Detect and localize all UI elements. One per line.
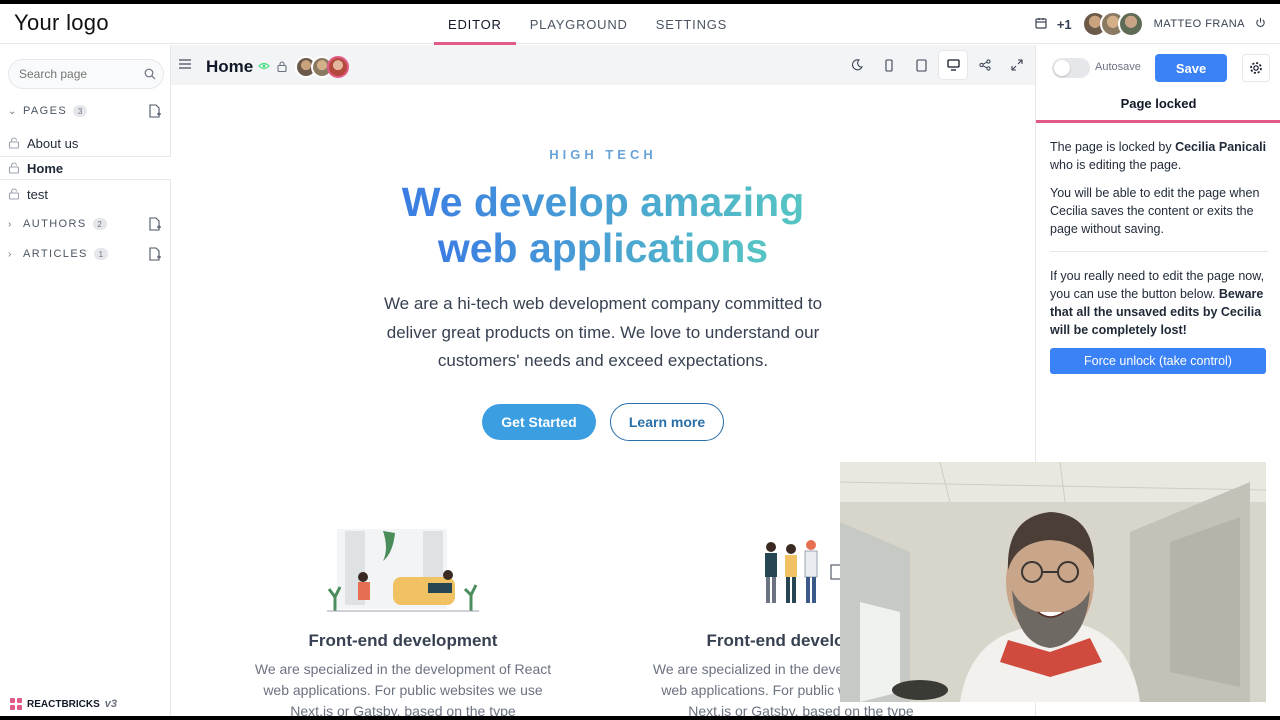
tablet-view-icon[interactable]	[907, 51, 935, 79]
brand-name: REACTBRICKS	[27, 698, 100, 710]
locked-by-prefix: The page is locked by	[1050, 140, 1176, 154]
page-item-home[interactable]: Home	[0, 156, 171, 180]
main-tabs: EDITOR PLAYGROUND SETTINGS	[434, 4, 741, 45]
online-users	[1081, 11, 1144, 37]
count-badge: 1	[93, 248, 108, 260]
chevron-down-icon: ⌄	[8, 105, 18, 117]
feature-illustration	[327, 529, 479, 612]
page-item-about-us[interactable]: About us	[0, 131, 171, 155]
hero-kicker[interactable]: HIGH TECH	[171, 147, 1035, 162]
mobile-view-icon[interactable]	[875, 51, 903, 79]
fullscreen-icon[interactable]	[1003, 51, 1031, 79]
divider	[1050, 251, 1268, 252]
unlock-icon	[8, 137, 20, 149]
locked-by-name: Cecilia Panicali	[1175, 140, 1267, 154]
calendar-icon[interactable]	[1035, 17, 1047, 32]
section-pages[interactable]: ⌄ PAGES 3	[8, 101, 166, 121]
section-label: PAGES	[23, 105, 68, 117]
user-name[interactable]: MATTEO FRANA	[1154, 18, 1245, 30]
able-text: You will be able to edit the page when C…	[1050, 186, 1260, 236]
page-editors	[295, 56, 349, 78]
top-nav: Your logo EDITOR PLAYGROUND SETTINGS +1 …	[0, 4, 1280, 45]
save-button[interactable]: Save	[1155, 54, 1227, 82]
section-label: ARTICLES	[23, 248, 88, 260]
editor-toolbar: Home	[171, 45, 1035, 85]
locked-by-text: The page is locked by Cecilia Panicali w…	[1050, 138, 1268, 174]
hero-headline[interactable]: We develop amazing web applications	[171, 179, 1035, 271]
learn-more-button[interactable]: Learn more	[610, 403, 724, 441]
avatar[interactable]	[327, 56, 349, 78]
locked-by-suffix: who is editing the page.	[1050, 158, 1182, 172]
chevron-right-icon: ›	[8, 248, 13, 260]
webcam-video-image	[840, 462, 1266, 702]
page-item-label: test	[27, 186, 48, 202]
page-title: Home	[206, 57, 254, 76]
headline-line-1: We develop amazing	[401, 179, 805, 225]
panel-title: Page locked	[1120, 96, 1197, 111]
app-window: Your logo EDITOR PLAYGROUND SETTINGS +1 …	[0, 4, 1280, 716]
unlock-icon	[8, 188, 20, 200]
sidebar: ⌄ PAGES 3 About us Home test › AUTHORS 2…	[0, 45, 171, 716]
feature-card: Front-end development We are specialized…	[243, 525, 563, 716]
toolbar-icons	[843, 51, 1031, 79]
count-badge: 3	[73, 105, 88, 117]
section-articles[interactable]: › ARTICLES 1	[8, 244, 166, 264]
tab-playground[interactable]: PLAYGROUND	[516, 4, 642, 44]
feature-text[interactable]: We are specialized in the development of…	[243, 659, 563, 716]
tab-editor[interactable]: EDITOR	[434, 4, 516, 45]
add-page-icon[interactable]	[148, 104, 162, 118]
search-icon[interactable]	[144, 68, 156, 80]
section-authors[interactable]: › AUTHORS 2	[8, 214, 166, 234]
add-page-icon[interactable]	[148, 217, 162, 231]
page-item-label: Home	[27, 160, 64, 176]
count-badge: 2	[92, 218, 107, 230]
share-icon[interactable]	[971, 51, 999, 79]
reactbricks-logo-icon	[10, 698, 22, 710]
avatar[interactable]	[1117, 11, 1144, 37]
user-area: +1 MATTEO FRANA	[1035, 4, 1266, 44]
tab-settings[interactable]: SETTINGS	[642, 4, 741, 44]
hero-lead[interactable]: We are a hi-tech web development company…	[371, 290, 835, 376]
lock-icon	[277, 61, 287, 72]
page-item-label: About us	[27, 135, 79, 151]
unlock-icon	[8, 162, 20, 174]
logo[interactable]: Your logo	[14, 10, 109, 36]
brand-version: v3	[104, 698, 118, 710]
autosave-label: Autosave	[1095, 61, 1141, 73]
feature-title[interactable]: Front-end development	[243, 631, 563, 651]
dark-mode-icon[interactable]	[843, 51, 871, 79]
get-started-button[interactable]: Get Started	[482, 404, 596, 440]
power-icon[interactable]	[1255, 17, 1266, 31]
section-label: AUTHORS	[23, 218, 87, 230]
search-input[interactable]	[8, 59, 164, 89]
reactbricks-brand: REACTBRICKS v3	[10, 698, 117, 710]
chevron-right-icon: ›	[8, 218, 13, 230]
eye-icon	[258, 62, 270, 70]
gear-icon[interactable]	[1242, 54, 1270, 82]
add-page-icon[interactable]	[148, 247, 162, 261]
autosave-toggle[interactable]	[1052, 58, 1090, 78]
force-unlock-button[interactable]: Force unlock (take control)	[1050, 348, 1266, 374]
desktop-view-icon[interactable]	[939, 51, 967, 79]
page-item-test[interactable]: test	[0, 182, 171, 206]
webcam-overlay	[840, 462, 1266, 702]
extra-users-count[interactable]: +1	[1057, 17, 1072, 32]
hamburger-icon[interactable]	[179, 58, 191, 70]
force-intro-text: If you really need to edit the page now,…	[1050, 267, 1268, 339]
panel-accent-bar	[1036, 120, 1280, 123]
headline-line-2: web applications	[437, 225, 769, 271]
